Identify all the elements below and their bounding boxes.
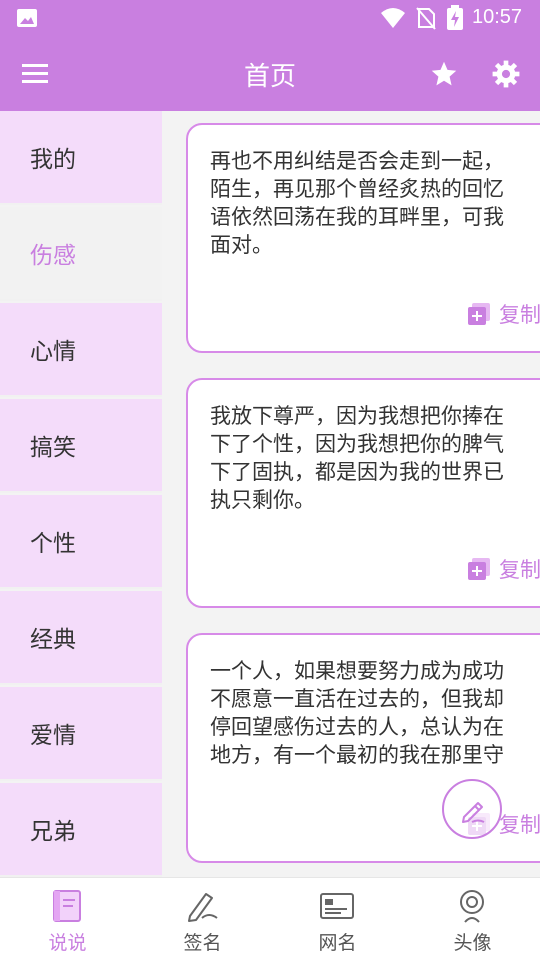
edit-pen-icon bbox=[462, 802, 485, 823]
sidebar-item-mood[interactable]: 心情 bbox=[0, 303, 162, 397]
copy-label: 复制 bbox=[499, 303, 540, 327]
book-icon bbox=[53, 890, 81, 922]
quote-card: 再也不用纠结是否会走到一起， 陌生，再见那个曾经炙热的回忆 语依然回荡在我的耳畔… bbox=[186, 123, 540, 353]
tab-label: 签名 bbox=[183, 932, 222, 954]
quote-card: 我放下尊严，因为我想把你捧在 下了个性，因为我想把你的脾气 下了固执，都是因为我… bbox=[186, 378, 540, 608]
quote-list[interactable]: 再也不用纠结是否会走到一起， 陌生，再见那个曾经炙热的回忆 语依然回荡在我的耳畔… bbox=[162, 111, 540, 877]
tab-label: 说说 bbox=[48, 932, 87, 954]
app-bar: 首页 bbox=[0, 36, 540, 111]
sidebar-item-funny[interactable]: 搞笑 bbox=[0, 399, 162, 493]
tab-shuoshuo[interactable]: 说说 bbox=[0, 878, 135, 960]
sidebar-item-personality[interactable]: 个性 bbox=[0, 495, 162, 589]
sidebar-item-love[interactable]: 爱情 bbox=[0, 687, 162, 781]
category-sidebar: 我的 伤感 心情 搞笑 个性 经典 爱情 兄弟 bbox=[0, 111, 162, 877]
sidebar-item-label: 经典 bbox=[30, 627, 76, 653]
gear-icon[interactable] bbox=[492, 60, 520, 88]
tab-avatar[interactable]: 头像 bbox=[405, 878, 540, 960]
sidebar-item-label: 我的 bbox=[30, 147, 76, 173]
tab-nickname[interactable]: 网名 bbox=[270, 878, 405, 960]
signature-icon bbox=[188, 893, 218, 922]
sidebar-item-label: 搞笑 bbox=[30, 435, 76, 461]
bottom-nav: 说说 签名 网名 头像 bbox=[0, 877, 540, 960]
sidebar-item-label: 伤感 bbox=[30, 243, 76, 269]
copy-label: 复制 bbox=[499, 558, 540, 582]
avatar-icon bbox=[460, 890, 484, 923]
status-bar: 10:57 bbox=[0, 0, 540, 36]
copy-button[interactable]: 复制 bbox=[467, 299, 540, 329]
quote-text: 一个人，如果想要努力成为成功 不愿意一直活在过去的，但我却 停回望感伤过去的人，… bbox=[210, 659, 504, 767]
copy-icon bbox=[468, 303, 490, 325]
copy-icon bbox=[468, 558, 490, 580]
copy-button[interactable]: 复制 bbox=[467, 554, 540, 584]
sidebar-item-label: 爱情 bbox=[30, 723, 76, 749]
no-sim-icon bbox=[416, 7, 436, 30]
sidebar-item-label: 心情 bbox=[30, 339, 76, 365]
sidebar-item-label: 兄弟 bbox=[30, 819, 76, 845]
copy-label: 复制 bbox=[499, 813, 540, 837]
id-card-icon bbox=[320, 893, 354, 919]
quote-text: 我放下尊严，因为我想把你捧在 下了个性，因为我想把你的脾气 下了固执，都是因为我… bbox=[210, 404, 504, 512]
sidebar-item-classic[interactable]: 经典 bbox=[0, 591, 162, 685]
edit-fab-button[interactable] bbox=[442, 779, 502, 839]
tab-label: 头像 bbox=[453, 932, 492, 954]
sidebar-item-sad[interactable]: 伤感 bbox=[0, 207, 162, 301]
sidebar-item-mine[interactable]: 我的 bbox=[0, 111, 162, 205]
status-time: 10:57 bbox=[472, 6, 523, 28]
sidebar-item-brothers[interactable]: 兄弟 bbox=[0, 783, 162, 877]
wifi-icon bbox=[381, 8, 405, 28]
star-icon[interactable] bbox=[430, 60, 458, 88]
tab-signature[interactable]: 签名 bbox=[135, 878, 270, 960]
quote-text: 再也不用纠结是否会走到一起， 陌生，再见那个曾经炙热的回忆 语依然回荡在我的耳畔… bbox=[210, 149, 504, 257]
battery-charging-icon bbox=[447, 5, 463, 30]
page-title: 首页 bbox=[243, 62, 296, 92]
tab-label: 网名 bbox=[318, 932, 357, 954]
sidebar-item-label: 个性 bbox=[30, 531, 76, 557]
image-icon bbox=[17, 9, 37, 27]
